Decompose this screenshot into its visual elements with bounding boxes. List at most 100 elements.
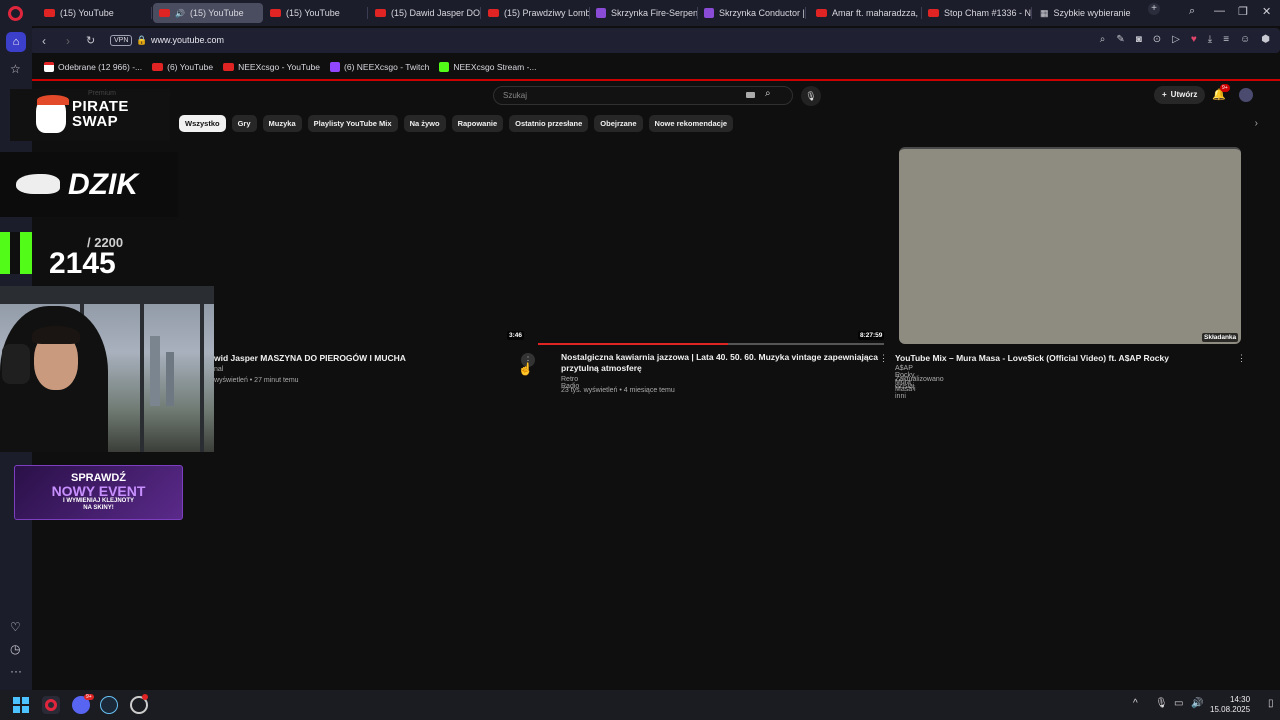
follower-count: 2145 — [49, 247, 116, 280]
time: 14:30 — [1230, 695, 1251, 704]
more-options-icon[interactable]: ⋮ — [1237, 353, 1246, 364]
avatar[interactable] — [1239, 88, 1253, 102]
tab-title: Skrzynka Conductor | Gd — [719, 8, 806, 18]
heart-icon[interactable]: ♥ — [1191, 34, 1197, 45]
kick-icon — [439, 62, 450, 72]
boar-icon — [16, 174, 60, 194]
bookmark-youtube[interactable]: (6) YouTube — [152, 62, 213, 72]
extensions-icon[interactable]: ⬢ — [1261, 34, 1270, 45]
minimize-icon[interactable]: — — [1214, 5, 1225, 17]
windows-taskbar: 9+ ^ 🎙 ▭ 🔊 14:30 15.08.2025 ▯ — [0, 690, 1280, 720]
download-icon[interactable]: ⤓ — [1208, 34, 1212, 45]
menu-icon[interactable]: ≡ — [1223, 34, 1229, 45]
chip-music[interactable]: Muzyka — [262, 115, 302, 132]
tab-youtube-active[interactable]: 🔊 (15) YouTube — [153, 3, 263, 23]
video-title-line2[interactable]: przytulną atmosferę — [561, 363, 642, 374]
heart-outline-icon[interactable]: ♡ — [10, 620, 21, 634]
new-tab-plus-icon[interactable]: + — [1148, 3, 1160, 15]
video-title[interactable]: YouTube Mix – Mura Masa - Love$ick (Offi… — [895, 353, 1169, 364]
chip-recently-uploaded[interactable]: Ostatnio przesłane — [509, 115, 589, 132]
search-icon[interactable]: ⌕ — [1100, 34, 1106, 45]
reload-icon[interactable]: ↻ — [86, 34, 95, 47]
youtube-favicon-icon — [375, 9, 386, 17]
vpn-icon[interactable]: ⊙ — [1153, 34, 1161, 45]
chip-rap[interactable]: Rapowanie — [451, 115, 504, 132]
maximize-icon[interactable]: ❐ — [1238, 5, 1248, 18]
bookmark-gmail[interactable]: Odebrane (12 966) -... — [44, 62, 142, 72]
more-options-icon[interactable]: ⋮ — [879, 353, 888, 364]
plus-icon: + — [1162, 90, 1167, 99]
steam-icon[interactable] — [100, 696, 118, 714]
home-icon[interactable]: ⌂ — [6, 32, 26, 52]
star-icon[interactable]: ☆ — [10, 62, 21, 76]
create-button[interactable]: + Utwórz — [1154, 86, 1206, 104]
notifications-icon[interactable]: ▯ — [1268, 698, 1274, 709]
search-tabs-icon[interactable]: ⌕ — [1189, 5, 1195, 18]
tab-title: (15) YouTube — [286, 8, 340, 18]
chevron-right-icon[interactable]: › — [1255, 118, 1258, 129]
chip-watched[interactable]: Obejrzane — [594, 115, 643, 132]
network-icon[interactable]: ▭ — [1174, 698, 1183, 709]
play-icon[interactable]: ▷ — [1172, 34, 1180, 45]
chip-live[interactable]: Na żywo — [403, 115, 446, 132]
channel-name[interactable]: nal — [214, 366, 223, 373]
youtube-favicon-icon — [44, 9, 55, 17]
tab-title: Amar ft. maharadzza, Ri — [832, 8, 922, 18]
search-icon[interactable]: ⌕ — [765, 88, 771, 99]
tab-youtube-1[interactable]: (15) YouTube — [38, 3, 152, 23]
chip-all[interactable]: Wszystko — [179, 115, 226, 132]
profile-icon[interactable]: ☺ — [1240, 34, 1250, 45]
tab-dawid-jasper[interactable]: (15) Dawid Jasper DOTR — [369, 3, 481, 23]
bookmark-label: (6) NEEXcsgo - Twitch — [344, 62, 430, 72]
youtube-favicon-icon — [270, 9, 281, 17]
event-line4: NA SKINY! — [83, 505, 114, 511]
video-title-line1[interactable]: Nostalgiczna kawiarnia jazzowa | Lata 40… — [561, 352, 878, 363]
url-field[interactable]: www.youtube.com — [151, 35, 224, 45]
video-title[interactable]: wid Jasper MASZYNA DO PIEROGÓW I MUCHA — [214, 353, 406, 364]
bookmark-neexcsgo-youtube[interactable]: NEEXcsgo - YouTube — [223, 62, 320, 72]
bookmark-label: Odebrane (12 966) -... — [58, 62, 143, 72]
bookmark-label: NEEXcsgo Stream -... — [453, 62, 537, 72]
tab-lombard[interactable]: (15) Prawdziwy Lombard — [482, 3, 590, 23]
opera-logo-icon[interactable] — [8, 6, 23, 21]
edit-icon[interactable]: ✎ — [1116, 34, 1124, 45]
forward-icon[interactable]: › — [66, 34, 70, 48]
pirateswap-text: PIRATE SWAP — [72, 99, 129, 129]
tab-stop-cham[interactable]: Stop Cham #1336 - Nieb — [922, 3, 1032, 23]
video-thumbnail[interactable] — [899, 147, 1241, 344]
bookmark-twitch[interactable]: (6) NEEXcsgo - Twitch — [330, 62, 429, 72]
back-icon[interactable]: ‹ — [42, 34, 46, 48]
hand-cursor-icon: ☝ — [518, 362, 533, 376]
more-icon[interactable]: ··· — [10, 664, 22, 678]
vpn-badge[interactable]: VPN — [110, 35, 133, 46]
windows-start-icon[interactable] — [13, 697, 29, 713]
camera-icon[interactable]: ◙ — [1136, 34, 1142, 45]
chevron-up-icon[interactable]: ^ — [1133, 698, 1138, 709]
twitch-icon — [330, 62, 341, 72]
video-meta: Zaktualizowano dzisiaj — [895, 376, 944, 390]
tab-fire-serpent[interactable]: Skrzynka Fire-Serpent | C — [590, 3, 698, 23]
tab-speed-dial[interactable]: ▦ Szybkie wybieranie — [1034, 3, 1134, 23]
chip-games[interactable]: Gry — [231, 115, 257, 132]
duration-badge: 3:46 — [507, 331, 525, 340]
close-icon[interactable]: ✕ — [1262, 5, 1271, 18]
clock[interactable]: 14:30 15.08.2025 — [1210, 695, 1250, 715]
opera-taskbar-icon[interactable] — [42, 696, 60, 714]
keyboard-icon[interactable] — [746, 92, 755, 98]
mic-icon[interactable]: 🎙 — [801, 86, 821, 106]
chip-new-recommendations[interactable]: Nowe rekomendacje — [648, 115, 734, 132]
bookmark-kick[interactable]: NEEXcsgo Stream -... — [439, 62, 537, 72]
mic-tray-icon[interactable]: 🎙 — [1155, 698, 1168, 709]
volume-icon[interactable]: 🔊 — [1191, 698, 1203, 709]
chip-mix-playlists[interactable]: Playlisty YouTube Mix — [307, 115, 398, 132]
dzik-text: DZIK — [68, 168, 138, 201]
speaker-icon[interactable]: 🔊 — [175, 9, 185, 18]
lock-icon[interactable]: 🔒 — [136, 35, 147, 46]
tab-conductor[interactable]: Skrzynka Conductor | Gd — [698, 3, 806, 23]
tab-youtube-3[interactable]: (15) YouTube — [264, 3, 368, 23]
tab-amar[interactable]: Amar ft. maharadzza, Ri — [810, 3, 922, 23]
history-icon[interactable]: ◷ — [10, 642, 20, 656]
bandana-icon — [37, 95, 69, 105]
video-meta: wyświetleń • 27 minut temu — [214, 377, 299, 384]
mix-badge: Składanka — [1202, 333, 1239, 342]
